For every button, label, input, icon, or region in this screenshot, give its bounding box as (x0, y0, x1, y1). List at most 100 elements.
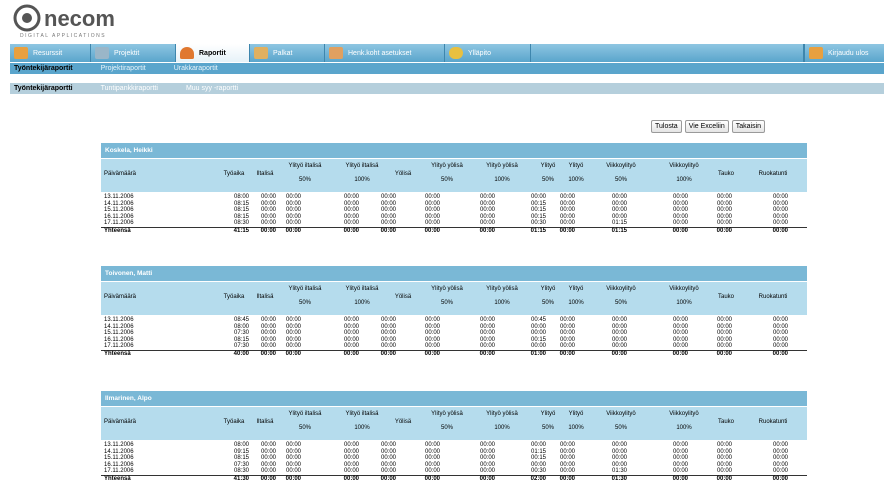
column-header-sublabel: 50% (440, 177, 453, 183)
column-header-sublabel: 50% (298, 177, 311, 183)
column-header-label: Iltalisä (256, 171, 274, 177)
time-cell: 00:00 (260, 476, 276, 482)
column-header-label: Työaika (223, 294, 245, 300)
column-header: Viikkoylityö 50% (591, 411, 651, 431)
column-header-sublabel: 100% (676, 177, 692, 183)
column-header-label: Ylityö yölisä (486, 163, 518, 169)
people-icon (14, 47, 28, 59)
print-button[interactable]: Tulosta (651, 120, 682, 133)
column-header-label: Ylityö iltalisä (288, 411, 322, 417)
nav-spacer (531, 44, 804, 62)
column-header-label: Ylityö iltalisä (288, 163, 322, 169)
column-header-sublabel: 50% (440, 425, 453, 431)
column-header: Päivämäärä (104, 419, 164, 425)
column-header-label: Tauko (717, 419, 734, 425)
column-header-label: Ylityö iltalisä (345, 163, 379, 169)
time-cell: 00:00 (479, 476, 495, 482)
column-header-label: Tauko (717, 171, 734, 177)
column-header-label: Päivämäärä (104, 171, 137, 177)
column-header: Ylityö iltalisä 100% (334, 411, 390, 431)
column-header: Ylityö iltalisä 50% (277, 411, 333, 431)
column-header-sublabel: 100% (494, 425, 510, 431)
time-cell: 00:00 (380, 228, 396, 234)
time-cell: 01:15 (611, 228, 627, 234)
column-header-sublabel: 100% (354, 300, 370, 306)
column-header-label: Ylityö iltalisä (345, 286, 379, 292)
subnav-tyontekijaraportit[interactable]: Työntekijäraportit (14, 65, 73, 72)
subnav-projektiraportit[interactable]: Projektiraportit (101, 65, 146, 72)
column-header: Iltalisä (250, 294, 280, 300)
table-header: Päivämäärä Työaika Iltalisä Ylityö iltalisä… (101, 282, 807, 315)
column-header-label: Yölisä (394, 171, 412, 177)
column-header-sublabel: 100% (354, 177, 370, 183)
subnav-tuntipankkiraportti[interactable]: Tuntipankkiraportti (101, 85, 158, 92)
nav-item-resurssit[interactable]: Resurssit (10, 44, 91, 62)
time-cell: 00:00 (285, 351, 301, 357)
employee-report-panel: Toivonen, Matti Päivämäärä Työaika Iltalisä… (101, 266, 807, 363)
column-header: Iltalisä (250, 419, 280, 425)
logout-label: Kirjaudu ulos (828, 49, 869, 57)
time-cell: 00:00 (479, 351, 495, 357)
column-header: Yölisä (388, 294, 418, 300)
nav-item-palkat[interactable]: Palkat (250, 44, 325, 62)
salary-icon (254, 47, 268, 59)
column-header-sublabel: 100% (354, 425, 370, 431)
personal-settings-icon (329, 47, 343, 59)
column-header-label: Ylityö iltalisä (288, 286, 322, 292)
column-header: Tauko (711, 294, 741, 300)
nav-item-yllapito[interactable]: Ylläpito (445, 44, 531, 62)
export-excel-button[interactable]: Vie Exceliin (684, 120, 729, 133)
column-header: Ylityö 100% (561, 411, 591, 431)
column-header: Ylityö 50% (533, 411, 563, 431)
reports-icon (180, 47, 194, 59)
column-header-sublabel: 100% (494, 177, 510, 183)
employee-report-panel: Ilmarinen, Alpo Päivämäärä Työaika Iltalisä… (101, 391, 807, 488)
back-button[interactable]: Takaisin (731, 120, 766, 133)
column-header-label: Viikkoylityö (606, 163, 636, 169)
column-header: Päivämäärä (104, 294, 164, 300)
column-header: Viikkoylityö 100% (654, 163, 714, 183)
time-cell: 00:00 (285, 476, 301, 482)
column-header: Tauko (711, 171, 741, 177)
subnav-muu-syy-raportti[interactable]: Muu syy -raportti (186, 85, 238, 92)
logo-tagline: DIGITAL APPLICATIONS (20, 33, 106, 39)
time-cell: 40:00 (233, 351, 249, 357)
column-header-label: Viikkoylityö (606, 286, 636, 292)
time-cell: 01:15 (530, 228, 546, 234)
nav-item-projektit[interactable]: Projektit (91, 44, 176, 62)
date-cell: Yhteensä (104, 228, 131, 234)
column-header: Ylityö iltalisä 100% (334, 286, 390, 306)
column-header: Ylityö yölisä 100% (474, 286, 530, 306)
subnav-tyontekijaraportti[interactable]: Työntekijäraportti (14, 85, 73, 92)
column-header-sublabel: 50% (614, 300, 627, 306)
column-header-sublabel: 100% (676, 425, 692, 431)
nav-label: Palkat (273, 49, 293, 57)
employee-name: Koskela, Heikki (101, 143, 807, 158)
company-logo: necom DIGITAL APPLICATIONS (10, 2, 150, 40)
column-header-label: Ylityö (540, 286, 556, 292)
column-header-label: Ruokatunti (758, 171, 788, 177)
column-header-label: Ylityö (568, 163, 584, 169)
column-header-label: Ylityö (568, 411, 584, 417)
subnav-urakkaraportit[interactable]: Urakkaraportit (174, 65, 218, 72)
nav-label: Henk.koht asetukset (348, 49, 412, 57)
column-header-label: Ylityö yölisä (431, 163, 463, 169)
total-row: Yhteensä 41:15 00:00 00:00 00:00 00:00 00:00 00… (101, 227, 807, 235)
column-header-label: Viikkoylityö (606, 411, 636, 417)
column-header-label: Päivämäärä (104, 294, 137, 300)
column-header: Yölisä (388, 171, 418, 177)
logout-button[interactable]: Kirjaudu ulos (804, 44, 884, 62)
time-cell: 00:00 (260, 228, 276, 234)
main-nav: Resurssit Projektit Raportit Palkat Henk… (10, 44, 884, 62)
total-row: Yhteensä 41:30 00:00 00:00 00:00 00:00 00:00 00… (101, 475, 807, 483)
column-header-sublabel: 50% (614, 177, 627, 183)
column-header-label: Ylityö (568, 286, 584, 292)
time-cell: 00:00 (424, 476, 440, 482)
table-body: 13.11.2006 08:00 00:00 00:00 00:00 00:00 00:00… (101, 192, 807, 240)
nav-item-henk-koht-asetukset[interactable]: Henk.koht asetukset (325, 44, 445, 62)
nav-item-raportit[interactable]: Raportit (176, 44, 250, 62)
column-header: Ylityö iltalisä 50% (277, 163, 333, 183)
column-header-label: Iltalisä (256, 294, 274, 300)
table-body: 13.11.2006 08:45 00:00 00:00 00:00 00:00 00:00… (101, 315, 807, 363)
admin-icon (449, 47, 463, 59)
